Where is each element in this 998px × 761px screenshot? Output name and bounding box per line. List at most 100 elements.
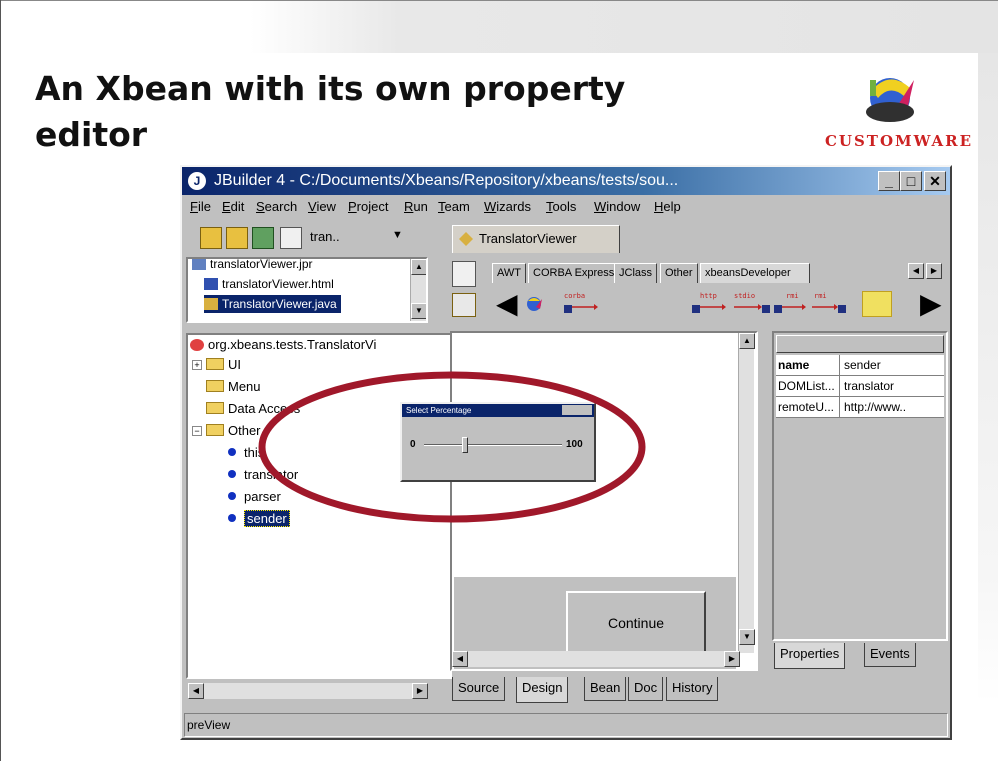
tree-folder-ui[interactable]: + UI xyxy=(192,355,241,375)
refresh-icon[interactable] xyxy=(280,227,302,249)
close-button[interactable]: ✕ xyxy=(924,171,946,191)
list-item[interactable]: translatorViewer.jpr xyxy=(192,259,313,273)
component-icon xyxy=(228,492,236,500)
tab-awt[interactable]: AWT xyxy=(492,263,527,283)
menu-search[interactable]: Search xyxy=(256,199,297,214)
design-vscrollbar[interactable]: ▲ ▼ xyxy=(738,333,755,653)
project-list-scrollbar[interactable]: ▲ ▼ xyxy=(410,259,426,321)
tab-design[interactable]: Design xyxy=(516,677,569,703)
tree-item-this[interactable]: this xyxy=(228,443,264,463)
tab-doc[interactable]: Doc xyxy=(628,677,664,701)
tree-item-sender[interactable]: sender xyxy=(228,509,290,529)
project-combo[interactable]: tran.. xyxy=(310,229,340,244)
menu-file[interactable]: File xyxy=(190,199,211,214)
tree-folder-data-access[interactable]: Data Access xyxy=(206,399,300,419)
structure-tree: org.xbeans.tests.TranslatorVi + UI Menu D… xyxy=(186,333,452,679)
menu-help[interactable]: Help xyxy=(654,199,681,214)
tab-source[interactable]: Source xyxy=(452,677,506,701)
tree-hscrollbar[interactable]: ◀ ▶ xyxy=(188,683,428,699)
stdio-label: stdio xyxy=(734,292,755,300)
folder-icon xyxy=(206,424,224,436)
tab-xbeans-developer[interactable]: xbeansDeveloper xyxy=(700,263,810,283)
tab-other[interactable]: Other xyxy=(660,263,698,283)
dialog-window-buttons[interactable] xyxy=(562,405,592,415)
list-item[interactable]: translatorViewer.html xyxy=(204,275,334,293)
tab-scroll-left-icon[interactable]: ◀ xyxy=(908,263,924,279)
expand-icon[interactable]: + xyxy=(192,360,202,370)
component-icon xyxy=(228,470,236,478)
slider-min-label: 0 xyxy=(410,439,416,450)
html-file-icon xyxy=(204,278,218,290)
tab-history[interactable]: History xyxy=(666,677,719,701)
table-row[interactable]: name sender xyxy=(776,355,944,376)
table-row[interactable]: DOMList... translator xyxy=(776,376,944,397)
scroll-left-icon[interactable]: ◀ xyxy=(452,651,468,667)
menu-edit[interactable]: Edit xyxy=(222,199,244,214)
menu-team[interactable]: Team xyxy=(438,199,470,214)
menu-tools[interactable]: Tools xyxy=(546,199,576,214)
java-class-icon xyxy=(459,232,473,246)
bean-class-icon xyxy=(190,339,204,351)
menu-bar: File Edit Search View Project Run Team W… xyxy=(182,195,950,219)
selection-arrow-icon[interactable] xyxy=(452,261,476,287)
scroll-right-icon[interactable]: ▶ xyxy=(412,683,428,699)
slider-thumb[interactable] xyxy=(462,437,469,453)
window-titlebar[interactable]: J JBuilder 4 - C:/Documents/Xbeans/Repos… xyxy=(182,167,950,195)
scroll-up-icon[interactable]: ▲ xyxy=(411,259,426,275)
rmi-label: rmi xyxy=(786,292,799,300)
table-row[interactable]: remoteU... http://www.. xyxy=(776,397,944,418)
design-hscrollbar[interactable]: ◀ ▶ xyxy=(452,651,740,667)
continue-button[interactable]: Continue xyxy=(566,591,706,655)
tree-item-translator[interactable]: translator xyxy=(228,465,298,485)
stdio-sender-icon[interactable]: stdio xyxy=(730,291,770,317)
palette-prev-icon[interactable]: ◀ xyxy=(496,289,518,319)
scroll-down-icon[interactable]: ▼ xyxy=(411,303,426,319)
tab-jclass[interactable]: JClass xyxy=(614,263,658,283)
select-percentage-dialog[interactable]: Select Percentage 0 100 xyxy=(400,402,596,482)
slide-border-left xyxy=(0,0,1,761)
http-sender-icon[interactable]: http xyxy=(690,291,730,317)
design-surface[interactable]: Continue ▲ ▼ xyxy=(450,331,758,671)
menu-window[interactable]: Window xyxy=(594,199,640,214)
scroll-right-icon[interactable]: ▶ xyxy=(724,651,740,667)
save-all-icon[interactable] xyxy=(252,227,274,249)
folder-icon xyxy=(206,402,224,414)
bean-chooser-icon[interactable] xyxy=(452,293,476,317)
open-file-icon[interactable] xyxy=(226,227,248,249)
collapse-icon[interactable]: − xyxy=(192,426,202,436)
tab-events[interactable]: Events xyxy=(864,643,916,667)
maximize-button[interactable]: □ xyxy=(900,171,922,191)
slider-max-label: 100 xyxy=(566,439,583,450)
rmi-receiver-icon[interactable]: rmi xyxy=(772,291,808,317)
menu-wizards[interactable]: Wizards xyxy=(484,199,531,214)
open-project-icon[interactable] xyxy=(200,227,222,249)
scroll-up-icon[interactable]: ▲ xyxy=(739,333,755,349)
chevron-down-icon[interactable]: ▼ xyxy=(392,229,403,241)
tree-folder-other[interactable]: − Other xyxy=(192,421,261,441)
rmi-label: rmi xyxy=(814,292,827,300)
http-label: http xyxy=(700,292,717,300)
menu-project[interactable]: Project xyxy=(348,199,388,214)
tab-corba-express[interactable]: CORBA Express xyxy=(528,263,620,283)
tab-bean[interactable]: Bean xyxy=(584,677,627,701)
tree-folder-menu[interactable]: Menu xyxy=(206,377,261,397)
menu-run[interactable]: Run xyxy=(404,199,428,214)
scroll-left-icon[interactable]: ◀ xyxy=(188,683,204,699)
list-item[interactable]: TranslatorViewer.java xyxy=(204,295,341,313)
tab-properties[interactable]: Properties xyxy=(774,643,846,669)
tab-scroll-right-icon[interactable]: ▶ xyxy=(926,263,942,279)
menu-view[interactable]: View xyxy=(308,199,336,214)
tab-translator-viewer[interactable]: TranslatorViewer xyxy=(452,225,620,253)
scroll-down-icon[interactable]: ▼ xyxy=(739,629,755,645)
rmi-sender-icon[interactable]: rmi xyxy=(808,291,848,317)
xbean-icon[interactable] xyxy=(522,291,552,317)
tree-root[interactable]: org.xbeans.tests.TranslatorVi xyxy=(190,335,376,355)
component-icon xyxy=(228,448,236,456)
percentage-slider[interactable] xyxy=(424,444,562,446)
tree-item-parser[interactable]: parser xyxy=(228,487,281,507)
component-icon xyxy=(228,514,236,522)
minimize-button[interactable]: _ xyxy=(878,171,900,191)
document-viewer-icon[interactable] xyxy=(862,291,892,317)
corba-sender-icon[interactable]: corba xyxy=(560,291,598,317)
palette-next-icon[interactable]: ▶ xyxy=(920,289,942,319)
